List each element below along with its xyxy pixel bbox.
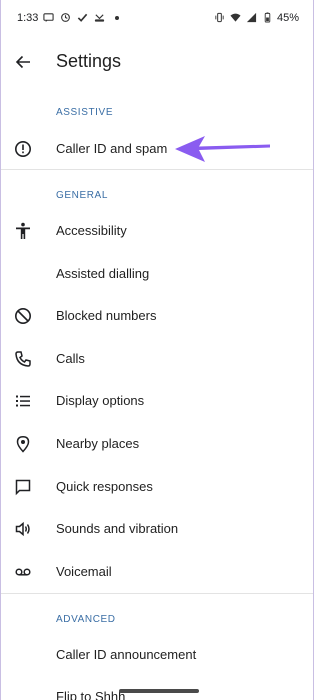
notification-icons — [43, 12, 119, 23]
settings-item-label: Assisted dialling — [56, 266, 150, 281]
section-header-advanced: ADVANCED — [56, 614, 116, 625]
settings-item-label: Sounds and vibration — [56, 521, 179, 536]
settings-item-label: Blocked numbers — [56, 308, 157, 323]
more-notifications-dot — [115, 15, 119, 20]
info-circle-icon — [13, 139, 33, 159]
signal-icon — [246, 12, 257, 23]
arrow-back-icon — [15, 55, 30, 69]
settings-item-label: Display options — [56, 393, 145, 408]
gesture-navigation-bar[interactable] — [119, 689, 199, 693]
settings-item-display-options[interactable]: Display options — [1, 381, 313, 421]
settings-item-label: Quick responses — [56, 479, 153, 494]
settings-item-sounds-and-vibration[interactable]: Sounds and vibration — [1, 509, 313, 549]
battery-percentage: 45% — [276, 12, 299, 24]
battery-icon — [264, 12, 271, 23]
section-header-assistive: ASSISTIVE — [56, 107, 114, 118]
check-icon — [77, 13, 88, 22]
list-icon — [13, 391, 33, 411]
chat-bubble-icon — [13, 477, 33, 497]
section-divider — [1, 169, 313, 170]
wifi-icon — [230, 13, 241, 22]
message-icon — [43, 13, 54, 23]
speaker-icon — [13, 519, 33, 539]
settings-item-nearby-places[interactable]: Nearby places — [1, 424, 313, 464]
settings-item-label: Nearby places — [56, 436, 140, 451]
settings-item-label: Accessibility — [56, 223, 127, 238]
settings-item-label: Caller ID announcement — [56, 647, 197, 662]
annotation-arrow-icon — [175, 136, 270, 162]
settings-item-label: Voicemail — [56, 564, 112, 579]
settings-item-accessibility[interactable]: Accessibility — [1, 211, 313, 251]
phone-icon — [13, 349, 33, 369]
status-bar: 1:33 45% — [1, 0, 313, 36]
settings-item-voicemail[interactable]: Voicemail — [1, 552, 313, 592]
sync-icon — [61, 13, 70, 22]
settings-item-quick-responses[interactable]: Quick responses — [1, 467, 313, 507]
status-time: 1:33 — [17, 12, 39, 24]
settings-item-label: Flip to Shhh — [56, 689, 126, 700]
settings-item-calls[interactable]: Calls — [1, 339, 313, 379]
section-divider — [1, 593, 313, 594]
back-button[interactable] — [11, 50, 35, 74]
accessibility-icon — [13, 221, 33, 241]
vibrate-icon — [215, 12, 224, 23]
missed-call-icon — [94, 14, 105, 22]
settings-item-assisted-dialling[interactable]: Assisted dialling — [1, 254, 313, 294]
settings-item-blocked-numbers[interactable]: Blocked numbers — [1, 296, 313, 336]
block-icon — [13, 306, 33, 326]
voicemail-icon — [13, 562, 33, 582]
location-pin-icon — [13, 434, 33, 454]
settings-item-caller-id-announcement[interactable]: Caller ID announcement — [1, 635, 313, 675]
settings-item-label: Caller ID and spam — [56, 141, 168, 156]
app-bar: Settings — [1, 40, 313, 84]
section-header-general: GENERAL — [56, 190, 108, 201]
screen: 1:33 45% Settings ASSISTIVE Caller ID an… — [0, 0, 314, 700]
settings-item-label: Calls — [56, 351, 85, 366]
page-title: Settings — [56, 51, 122, 71]
system-icons — [214, 12, 273, 23]
